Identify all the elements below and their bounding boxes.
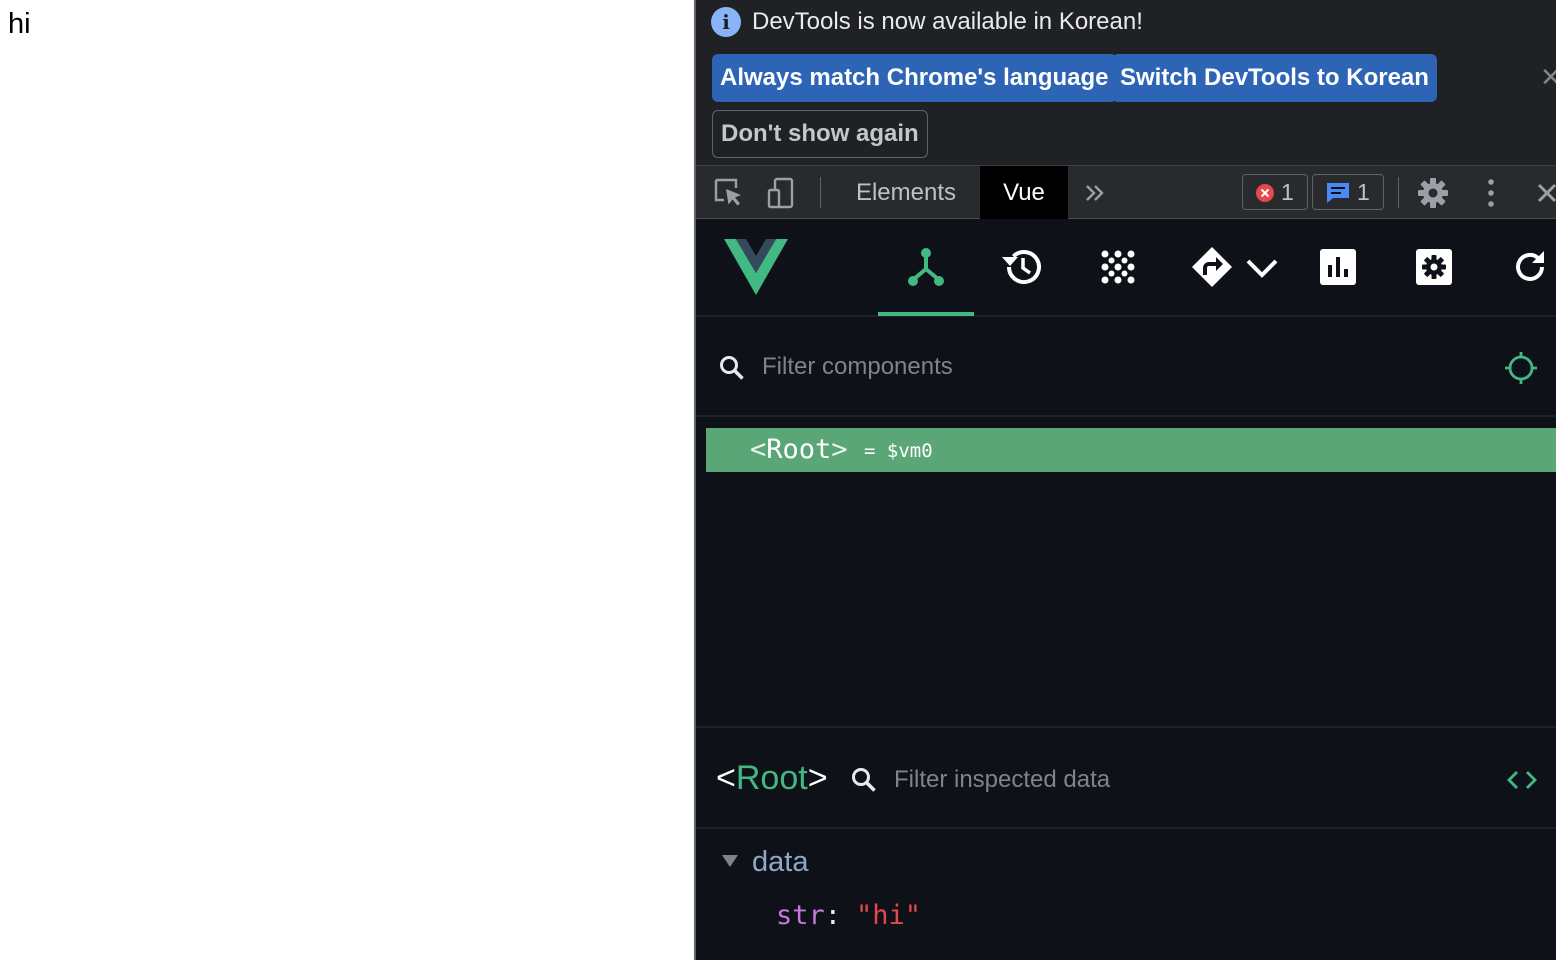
refresh-icon[interactable] xyxy=(1508,245,1552,289)
inspected-component-name: <Root> xyxy=(716,759,828,797)
dont-show-again-button[interactable]: Don't show again xyxy=(712,110,928,158)
kebab-menu-icon[interactable] xyxy=(1474,176,1508,210)
components-icon[interactable] xyxy=(904,245,948,289)
routes-icon[interactable] xyxy=(1190,245,1234,289)
errors-badge[interactable]: 1 xyxy=(1242,174,1308,210)
close-devtools-icon[interactable] xyxy=(1530,176,1556,210)
vue-logo-icon xyxy=(724,239,788,295)
language-infobar: i DevTools is now available in Korean! A… xyxy=(696,0,1556,165)
code-icon[interactable] xyxy=(1506,766,1538,794)
infobar-message: DevTools is now available in Korean! xyxy=(752,8,1143,35)
toolbar-separator xyxy=(820,177,821,208)
device-toolbar-icon[interactable] xyxy=(764,176,798,210)
more-tabs-chevron-icon[interactable] xyxy=(1078,176,1112,210)
inspect-element-icon[interactable] xyxy=(712,176,746,210)
collapse-arrow-icon[interactable] xyxy=(722,855,738,867)
messages-badge[interactable]: 1 xyxy=(1312,174,1384,210)
component-tree: <Root> = $vm0 xyxy=(696,419,1556,728)
devtools-panel: i DevTools is now available in Korean! A… xyxy=(696,0,1556,960)
plugins-icon[interactable] xyxy=(1096,245,1140,289)
search-icon xyxy=(852,768,876,792)
vue-devtools-header xyxy=(696,219,1556,317)
inspected-data: data str: "hi" xyxy=(696,831,1556,960)
messages-count: 1 xyxy=(1357,179,1370,205)
tree-row-root[interactable]: <Root> = $vm0 xyxy=(706,428,1556,472)
filter-inspected-data-input[interactable] xyxy=(894,758,1454,802)
match-language-button[interactable]: Always match Chrome's language xyxy=(712,54,1117,102)
page-preview: hi xyxy=(0,0,694,960)
tab-elements[interactable]: Elements xyxy=(838,166,974,219)
gear-icon[interactable] xyxy=(1416,176,1450,210)
switch-korean-button[interactable]: Switch DevTools to Korean xyxy=(1112,54,1437,102)
message-icon xyxy=(1327,183,1349,203)
chevron-down-icon[interactable] xyxy=(1240,245,1284,289)
data-field-value[interactable]: "hi" xyxy=(856,899,921,933)
performance-icon[interactable] xyxy=(1316,245,1360,289)
page-text: hi xyxy=(8,8,31,40)
instance-ref: = $vm0 xyxy=(864,440,933,462)
devtools-tabbar: Elements Vue 1 1 xyxy=(696,165,1556,219)
component-filter-row xyxy=(696,317,1556,417)
settings-icon[interactable] xyxy=(1412,245,1456,289)
errors-count: 1 xyxy=(1281,179,1294,205)
info-icon: i xyxy=(711,7,741,37)
data-section-label[interactable]: data xyxy=(752,845,808,879)
timeline-icon[interactable] xyxy=(1000,245,1044,289)
select-component-target-icon[interactable] xyxy=(1504,351,1538,385)
data-field-key: str: xyxy=(776,900,842,931)
filter-components-input[interactable] xyxy=(762,345,1462,389)
inspector-header: <Root> xyxy=(696,730,1556,829)
infobar-close-icon[interactable]: ✕ xyxy=(1540,62,1556,92)
error-icon xyxy=(1256,184,1274,202)
components-tab-indicator xyxy=(878,312,974,316)
search-icon xyxy=(720,356,744,380)
tab-vue[interactable]: Vue xyxy=(980,166,1068,219)
toolbar-separator xyxy=(1398,177,1399,208)
tree-root-label: <Root> xyxy=(750,434,848,465)
